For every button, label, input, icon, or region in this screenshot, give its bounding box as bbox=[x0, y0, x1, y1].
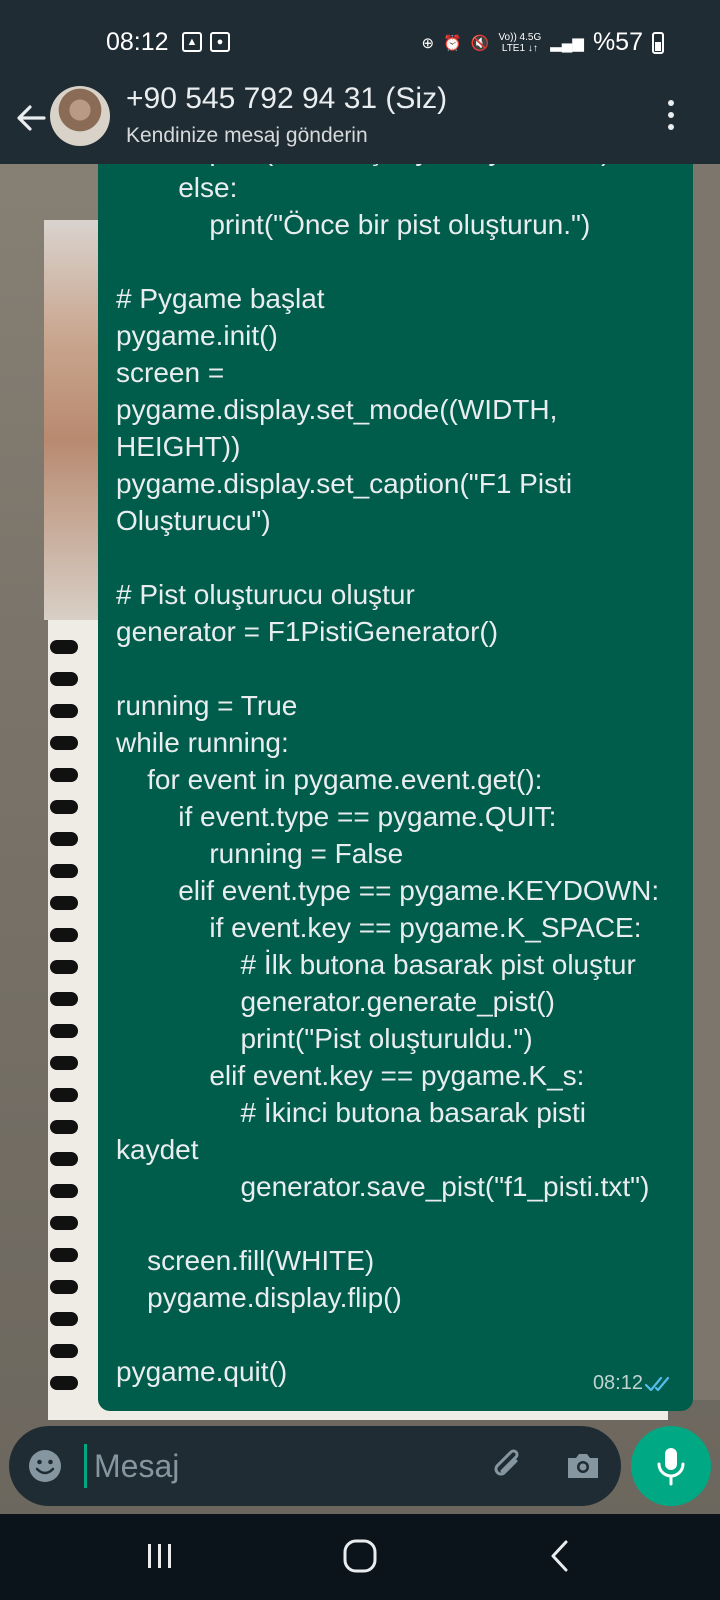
arrow-left-icon[interactable] bbox=[14, 98, 50, 138]
notebook-ring bbox=[50, 1184, 78, 1198]
gallery-notification-icon: ▲ bbox=[182, 32, 202, 52]
message-composer: Mesaj bbox=[9, 1426, 621, 1506]
message-input[interactable]: Mesaj bbox=[94, 1444, 179, 1488]
double-check-icon bbox=[645, 1376, 670, 1392]
status-bar: 08:12 ▲ ● ⊕ ⏰ 🔇 Vo)) 4.5G LTE1 ↓↑ ▂▄▆ %5… bbox=[0, 0, 720, 84]
notebook-ring bbox=[50, 928, 78, 942]
notebook-ring bbox=[50, 1088, 78, 1102]
message-text: print("Pist başarıyla kaydedildi.") else… bbox=[116, 164, 660, 1387]
chat-header: +90 545 792 94 31 (Siz) Kendinize mesaj … bbox=[0, 82, 720, 164]
recent-apps-icon[interactable] bbox=[136, 1534, 184, 1578]
notebook-ring bbox=[50, 1152, 78, 1166]
notebook-ring bbox=[50, 1312, 78, 1326]
wallpaper-photo bbox=[44, 220, 104, 620]
system-navigation-bar bbox=[0, 1514, 720, 1600]
notebook-ring bbox=[50, 1344, 78, 1358]
notebook-ring bbox=[50, 1376, 78, 1390]
network-type-bottom: LTE1 ↓↑ bbox=[501, 42, 538, 54]
notebook-ring bbox=[50, 960, 78, 974]
camera-icon[interactable] bbox=[563, 1446, 603, 1486]
notebook-ring bbox=[50, 704, 78, 718]
contact-name[interactable]: +90 545 792 94 31 (Siz) bbox=[126, 82, 447, 116]
network-indicator: Vo)) 4.5G LTE1 ↓↑ bbox=[498, 32, 541, 54]
notebook-ring bbox=[50, 896, 78, 910]
notebook-ring bbox=[50, 1216, 78, 1230]
notebook-ring bbox=[50, 864, 78, 878]
battery-icon bbox=[652, 31, 664, 54]
network-type-top: Vo)) 4.5G bbox=[498, 31, 542, 43]
camera-notification-icon: ● bbox=[210, 32, 230, 52]
status-time: 08:12 bbox=[106, 28, 169, 56]
notebook-ring bbox=[50, 832, 78, 846]
notebook-ring bbox=[50, 1120, 78, 1134]
voice-message-button[interactable] bbox=[631, 1426, 711, 1506]
message-time: 08:12 bbox=[592, 1372, 643, 1394]
text-cursor bbox=[84, 1444, 87, 1488]
alarm-icon: ⏰ bbox=[443, 34, 462, 52]
notebook-ring bbox=[50, 992, 78, 1006]
back-nav-icon[interactable] bbox=[536, 1534, 584, 1578]
notebook-ring bbox=[50, 800, 78, 814]
mute-icon: 🔇 bbox=[470, 34, 490, 52]
battery-percent: %57 bbox=[592, 28, 643, 56]
power-save-icon: ⊕ bbox=[421, 34, 435, 52]
notebook-ring bbox=[50, 736, 78, 750]
mic-icon bbox=[657, 1448, 685, 1486]
paperclip-icon[interactable] bbox=[489, 1446, 529, 1486]
notebook-ring bbox=[50, 1056, 78, 1070]
signal-icon: ▂▄▆ bbox=[550, 34, 584, 52]
avatar[interactable] bbox=[50, 86, 110, 146]
notebook-ring bbox=[50, 672, 78, 686]
emoji-icon[interactable] bbox=[27, 1448, 63, 1484]
notebook-ring bbox=[50, 1248, 78, 1262]
notebook-ring bbox=[50, 640, 78, 654]
more-vert-icon[interactable] bbox=[666, 100, 676, 134]
notebook-ring bbox=[50, 1024, 78, 1038]
message-bubble[interactable]: print("Pist başarıyla kaydedildi.") else… bbox=[98, 164, 693, 1411]
home-icon[interactable] bbox=[336, 1534, 384, 1578]
notebook-ring bbox=[50, 1280, 78, 1294]
notebook-ring bbox=[50, 768, 78, 782]
contact-status: Kendinize mesaj gönderin bbox=[126, 124, 368, 147]
